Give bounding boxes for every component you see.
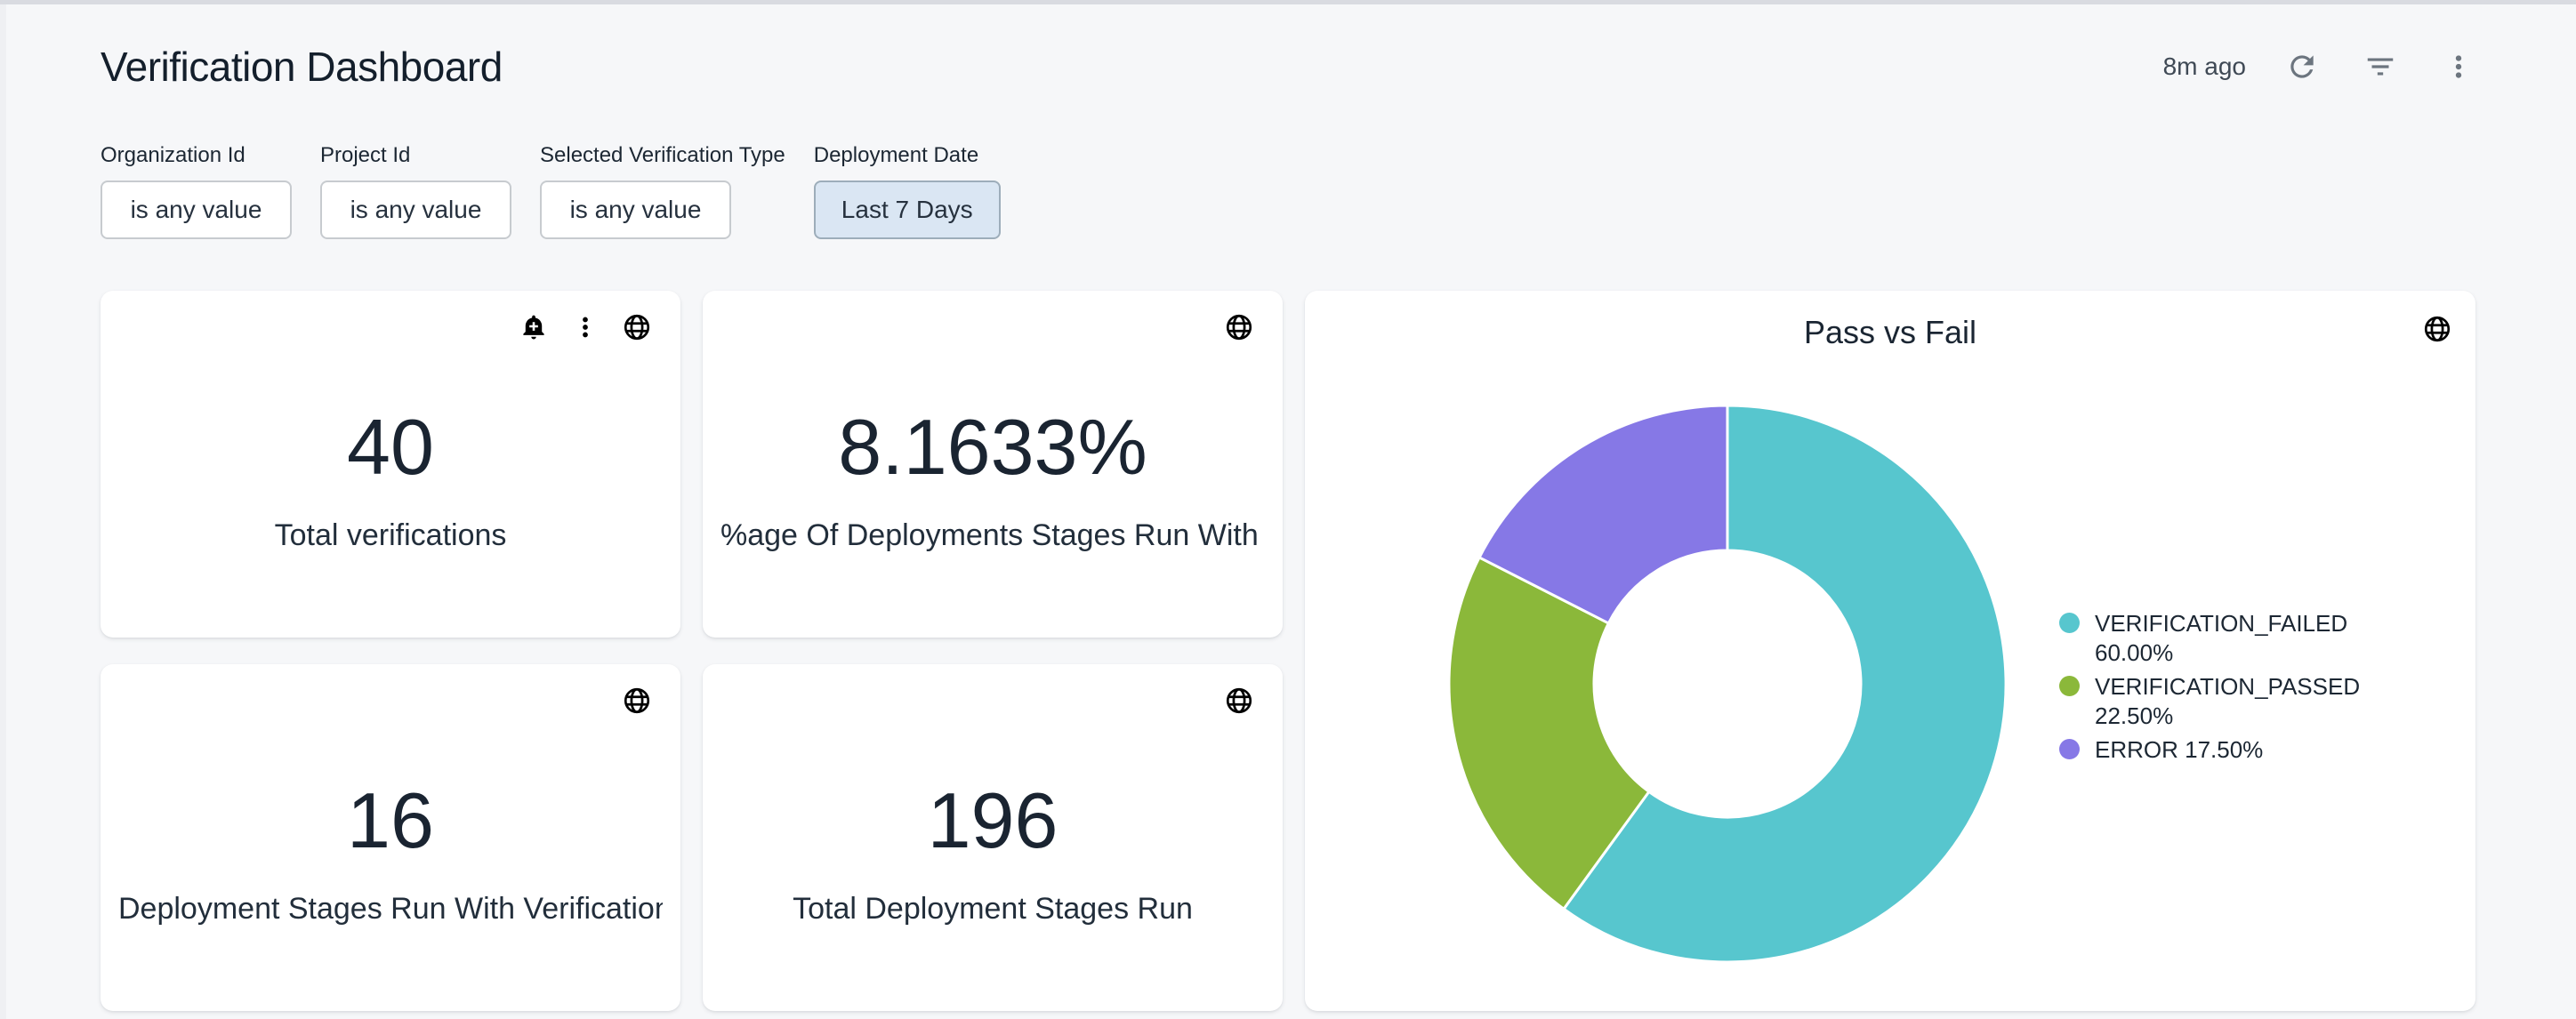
filter-value-chip[interactable]: Last 7 Days: [814, 181, 1001, 239]
kpi-card-stages-run-with-verification: 16 Deployment Stages Run With Verificati…: [101, 664, 680, 1011]
filter-value-chip[interactable]: is any value: [101, 181, 292, 239]
last-refreshed-label: 8m ago: [2163, 52, 2246, 81]
legend-label: VERIFICATION_FAILED60.00%: [2095, 609, 2347, 668]
legend-swatch: [2059, 676, 2080, 696]
kpi-label: %age Of Deployments Stages Run With V…: [720, 518, 1265, 553]
kpi-label: Total Deployment Stages Run: [793, 892, 1193, 927]
chart-title: Pass vs Fail: [1305, 314, 2475, 351]
kpi-card-total-verifications: 40 Total verifications: [101, 291, 680, 638]
filter-value-chip[interactable]: is any value: [540, 181, 731, 239]
globe-icon: [2422, 314, 2452, 344]
globe-icon: [622, 686, 652, 716]
legend-item-error[interactable]: ERROR 17.50%: [2059, 735, 2360, 765]
refresh-button[interactable]: [2285, 50, 2319, 84]
kpi-value: 40: [347, 408, 434, 486]
globe-icon: [1224, 686, 1254, 716]
dashboard-page: Verification Dashboard 8m ago Organizati…: [0, 4, 2576, 1011]
kpi-value: 8.1633%: [838, 408, 1147, 486]
globe-icon: [1224, 312, 1254, 342]
kpi-value: 16: [347, 782, 434, 860]
legend-item-verification_passed[interactable]: VERIFICATION_PASSED22.50%: [2059, 672, 2360, 731]
filter-project-id: Project Id is any value: [320, 145, 511, 239]
filters-bar: Organization Id is any value Project Id …: [101, 145, 2475, 239]
legend-label: VERIFICATION_PASSED22.50%: [2095, 672, 2360, 731]
refresh-icon: [2285, 50, 2319, 84]
dashboard-filters-button[interactable]: [2363, 50, 2397, 84]
filter-value-chip[interactable]: is any value: [320, 181, 511, 239]
filter-selected-verification-type: Selected Verification Type is any value: [540, 145, 785, 239]
explore-from-here-button[interactable]: [2422, 314, 2452, 344]
tile-actions-menu-button[interactable]: [570, 312, 600, 342]
tile-toolbar: [1224, 312, 1254, 342]
add-alert-icon: [519, 312, 549, 342]
filter-deployment-date: Deployment Date Last 7 Days: [814, 145, 1001, 239]
tile-toolbar: [1224, 686, 1254, 716]
more-vert-icon: [2442, 50, 2475, 84]
dashboard-header: Verification Dashboard 8m ago: [101, 38, 2475, 95]
filter-organization-id: Organization Id is any value: [101, 145, 292, 239]
kpi-value: 196: [928, 782, 1059, 860]
explore-from-here-button[interactable]: [622, 312, 652, 342]
legend-swatch: [2059, 739, 2080, 759]
tiles-grid: 40 Total verifications 8.1633% %age Of D…: [101, 291, 2475, 1011]
chart-legend: VERIFICATION_FAILED60.00%VERIFICATION_PA…: [2059, 609, 2360, 765]
filter-label: Deployment Date: [814, 145, 1001, 166]
explore-from-here-button[interactable]: [622, 686, 652, 716]
explore-from-here-button[interactable]: [1224, 686, 1254, 716]
kpi-label: Total verifications: [275, 518, 507, 553]
kpi-card-percentage-stages-with-verification: 8.1633% %age Of Deployments Stages Run W…: [703, 291, 1283, 638]
add-alert-button[interactable]: [519, 312, 549, 342]
kpi-card-total-deployment-stages-run: 196 Total Deployment Stages Run: [703, 664, 1283, 1011]
filter-icon: [2363, 50, 2397, 84]
tile-toolbar: [2422, 314, 2452, 344]
legend-item-verification_failed[interactable]: VERIFICATION_FAILED60.00%: [2059, 609, 2360, 668]
legend-label: ERROR 17.50%: [2095, 735, 2263, 765]
explore-from-here-button[interactable]: [1224, 312, 1254, 342]
tile-toolbar: [622, 686, 652, 716]
filter-label: Project Id: [320, 145, 511, 166]
dashboard-actions-menu-button[interactable]: [2442, 50, 2475, 84]
chart-card-pass-vs-fail: Pass vs Fail VERIFICATION_FAILED60.00%VE…: [1305, 291, 2475, 1011]
tile-toolbar: [519, 312, 652, 342]
legend-swatch: [2059, 613, 2080, 633]
more-vert-icon: [570, 312, 600, 342]
globe-icon: [622, 312, 652, 342]
filter-label: Organization Id: [101, 145, 292, 166]
donut-chart[interactable]: [1443, 399, 2012, 968]
header-controls: 8m ago: [2163, 50, 2475, 84]
kpi-label: Deployment Stages Run With Verification: [118, 892, 663, 927]
page-title: Verification Dashboard: [101, 43, 503, 91]
filter-label: Selected Verification Type: [540, 145, 785, 166]
